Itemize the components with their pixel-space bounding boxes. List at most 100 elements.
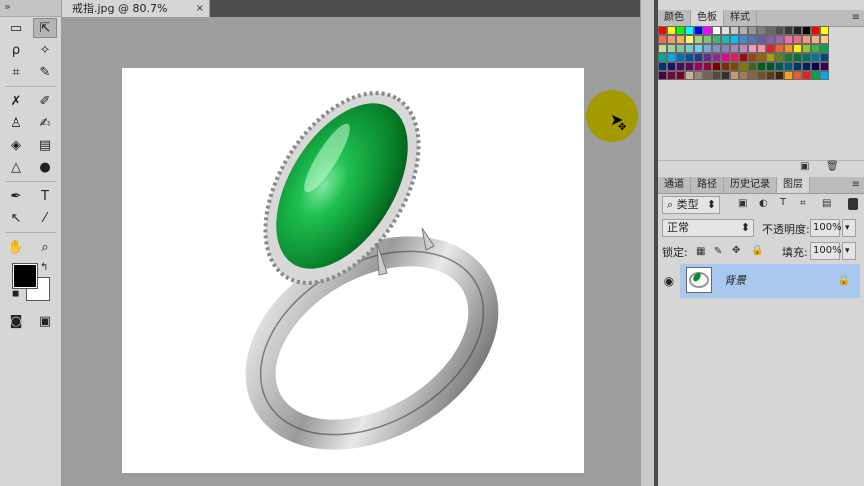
color-swatch[interactable] (793, 26, 802, 35)
line-tool-icon[interactable]: ⁄ (33, 208, 57, 228)
blend-mode-select[interactable]: 正常 ⬍ (662, 219, 754, 237)
fill-input[interactable]: 100% (810, 242, 842, 260)
lock-image-icon[interactable]: ✎ (714, 246, 722, 257)
color-swatch[interactable] (802, 71, 811, 80)
healing-brush-icon[interactable]: ✗ (4, 91, 28, 111)
foreground-color-swatch[interactable] (12, 263, 38, 289)
color-swatch[interactable] (802, 53, 811, 62)
color-swatch[interactable] (739, 35, 748, 44)
color-swatch[interactable] (676, 71, 685, 80)
screen-mode-icon[interactable]: ▣ (33, 311, 57, 331)
color-swatch[interactable] (739, 62, 748, 71)
color-swatch[interactable] (757, 44, 766, 53)
tools-panel-grip[interactable] (0, 0, 61, 17)
tab-swatches[interactable]: 色板 (691, 10, 724, 26)
color-swatch[interactable] (703, 44, 712, 53)
color-swatch[interactable] (766, 26, 775, 35)
color-swatch[interactable] (667, 44, 676, 53)
color-swatch[interactable] (730, 35, 739, 44)
hand-tool-icon[interactable]: ✋ (4, 237, 28, 257)
lock-position-icon[interactable]: ✥ (732, 245, 740, 256)
color-swatch[interactable] (712, 26, 721, 35)
color-swatch[interactable] (721, 26, 730, 35)
color-swatch[interactable] (712, 71, 721, 80)
swap-colors-icon[interactable]: ↰ (40, 262, 48, 273)
color-swatch[interactable] (685, 26, 694, 35)
quick-mask-icon[interactable]: ◙ (4, 311, 28, 331)
color-swatch[interactable] (802, 62, 811, 71)
eyedropper-icon[interactable]: ✎ (33, 62, 57, 82)
panel-menu-icon[interactable]: ≡ (852, 10, 860, 26)
color-swatch[interactable] (739, 44, 748, 53)
tab-styles[interactable]: 样式 (724, 10, 757, 26)
gradient-tool-icon[interactable]: ▤ (33, 135, 57, 155)
color-swatch[interactable] (730, 53, 739, 62)
brush-tool-icon[interactable]: ✐ (33, 91, 57, 111)
color-swatch[interactable] (658, 53, 667, 62)
layer-visibility-eye-icon[interactable]: ◉ (662, 270, 676, 292)
color-swatch[interactable] (739, 53, 748, 62)
filter-adjustment-icon[interactable]: ◐ (759, 198, 768, 209)
pen-tool-icon[interactable]: ✒ (4, 186, 28, 206)
blur-tool-icon[interactable]: △ (4, 157, 28, 177)
color-swatch[interactable] (793, 44, 802, 53)
color-swatch[interactable] (775, 71, 784, 80)
color-swatch[interactable] (658, 35, 667, 44)
color-swatch[interactable] (721, 44, 730, 53)
color-swatch[interactable] (766, 71, 775, 80)
color-swatch[interactable] (757, 35, 766, 44)
color-swatch[interactable] (784, 71, 793, 80)
filter-smart-object-icon[interactable]: ▤ (822, 198, 831, 209)
layer-row-background[interactable]: 背景 🔒 (680, 264, 860, 298)
filter-shape-icon[interactable]: ⌗ (800, 198, 806, 209)
color-swatch[interactable] (748, 53, 757, 62)
color-swatch[interactable] (694, 44, 703, 53)
clone-stamp-icon[interactable]: ♙ (4, 113, 28, 133)
color-swatch[interactable] (811, 53, 820, 62)
image-canvas[interactable] (122, 68, 584, 473)
color-swatch[interactable] (784, 26, 793, 35)
tab-history[interactable]: 历史记录 (724, 177, 777, 193)
color-swatch[interactable] (802, 44, 811, 53)
filter-type-icon[interactable]: T (780, 197, 786, 208)
color-swatch[interactable] (802, 26, 811, 35)
color-swatch[interactable] (730, 44, 739, 53)
color-swatch[interactable] (820, 26, 829, 35)
fill-dropdown-icon[interactable]: ▾ (842, 242, 856, 260)
color-swatch[interactable] (757, 53, 766, 62)
opacity-input[interactable]: 100% (810, 219, 842, 237)
color-swatch[interactable] (667, 35, 676, 44)
color-swatch[interactable] (784, 53, 793, 62)
color-swatch[interactable] (811, 35, 820, 44)
color-swatch[interactable] (676, 53, 685, 62)
dodge-tool-icon[interactable]: ● (33, 157, 57, 177)
color-swatch[interactable] (793, 71, 802, 80)
color-swatch[interactable] (775, 53, 784, 62)
lasso-tool-icon[interactable]: ρ (4, 40, 28, 60)
color-swatch[interactable] (712, 53, 721, 62)
path-selection-icon[interactable]: ↖ (4, 208, 28, 228)
color-swatch[interactable] (667, 62, 676, 71)
color-swatch[interactable] (793, 53, 802, 62)
color-swatch[interactable] (721, 35, 730, 44)
color-swatch[interactable] (757, 62, 766, 71)
color-swatch[interactable] (694, 26, 703, 35)
type-tool-icon[interactable]: T (33, 186, 57, 206)
color-swatch[interactable] (811, 62, 820, 71)
color-swatch[interactable] (793, 62, 802, 71)
color-swatch[interactable] (712, 35, 721, 44)
lock-all-icon[interactable]: 🔒 (751, 245, 763, 256)
color-swatch[interactable] (703, 62, 712, 71)
color-swatch[interactable] (784, 62, 793, 71)
move-tool-icon[interactable]: ⇱ (33, 18, 57, 38)
color-swatch[interactable] (721, 62, 730, 71)
color-swatch[interactable] (676, 62, 685, 71)
color-swatch[interactable] (676, 44, 685, 53)
layers-panel-menu-icon[interactable]: ≡ (852, 177, 860, 193)
color-swatch[interactable] (703, 35, 712, 44)
zoom-tool-icon[interactable]: ⌕ (33, 237, 57, 257)
crop-tool-icon[interactable]: ⌗ (4, 62, 28, 82)
document-tab[interactable]: 戒指.jpg @ 80.7%(RGB/8) × (62, 0, 210, 32)
color-swatch[interactable] (784, 44, 793, 53)
color-swatch[interactable] (757, 26, 766, 35)
